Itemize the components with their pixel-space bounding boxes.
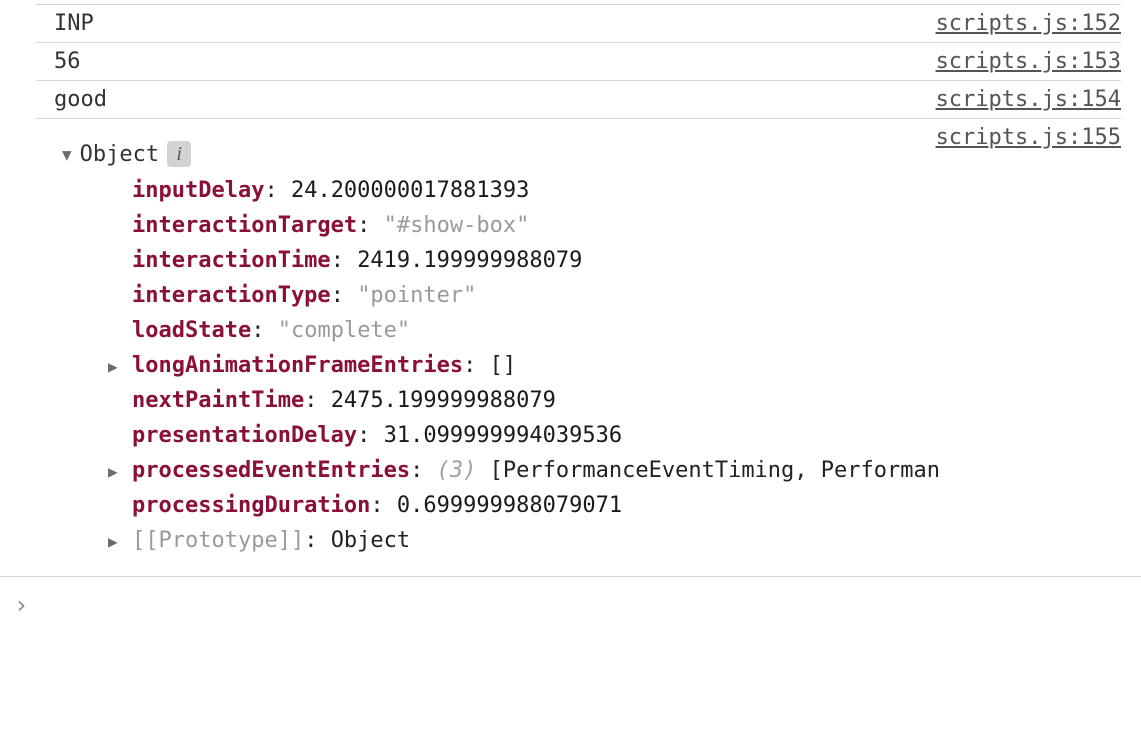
source-link[interactable]: scripts.js:154 <box>936 87 1121 112</box>
prop-value: 24.200000017881393 <box>291 178 529 203</box>
prop-key: inputDelay <box>132 178 264 203</box>
object-property[interactable]: nextPaintTime: 2475.199999988079 <box>108 383 1121 418</box>
prop-value: 2475.199999988079 <box>331 388 556 413</box>
disclosure-triangle-down-icon: ▼ <box>62 145 72 164</box>
object-property[interactable]: ▶ longAnimationFrameEntries: [] <box>108 348 1121 383</box>
prop-value: [PerformanceEventTiming, Performan <box>490 458 940 483</box>
prop-value: Object <box>331 528 410 553</box>
disclosure-triangle-right-icon: ▶ <box>108 532 118 551</box>
object-label: Object <box>80 142 159 167</box>
object-property[interactable]: inputDelay: 24.200000017881393 <box>108 173 1121 208</box>
prop-key: processingDuration <box>132 493 370 518</box>
prop-value: "#show-box" <box>384 213 530 238</box>
prop-key: longAnimationFrameEntries <box>132 353 463 378</box>
object-property[interactable]: interactionTime: 2419.199999988079 <box>108 243 1121 278</box>
prop-value: "complete" <box>278 318 410 343</box>
log-message: INP <box>54 11 94 36</box>
object-property[interactable]: interactionTarget: "#show-box" <box>108 208 1121 243</box>
prop-value: [] <box>490 353 517 378</box>
prop-value: "pointer" <box>357 283 476 308</box>
source-link[interactable]: scripts.js:153 <box>936 49 1121 74</box>
prop-key: nextPaintTime <box>132 388 304 413</box>
prop-key: processedEventEntries <box>132 458 410 483</box>
object-property[interactable]: ▶ [[Prototype]]: Object <box>108 523 1121 558</box>
disclosure-triangle-right-icon: ▶ <box>108 357 118 376</box>
object-property-list: inputDelay: 24.200000017881393 interacti… <box>36 167 1121 558</box>
prompt-caret-icon: › <box>14 591 28 619</box>
object-property[interactable]: loadState: "complete" <box>108 313 1121 348</box>
object-property[interactable]: presentationDelay: 31.099999994039536 <box>108 418 1121 453</box>
prop-key: interactionType <box>132 283 331 308</box>
object-property[interactable]: processingDuration: 0.699999988079071 <box>108 488 1121 523</box>
console-object-entry: scripts.js:155 ▼ Object i inputDelay: 24… <box>36 119 1121 558</box>
prop-value: 31.099999994039536 <box>384 423 622 448</box>
source-link[interactable]: scripts.js:155 <box>936 125 1121 150</box>
prop-key: [[Prototype]] <box>132 528 304 553</box>
prop-value: 0.699999988079071 <box>397 493 622 518</box>
object-property[interactable]: ▶ processedEventEntries: (3) [Performanc… <box>108 453 1121 488</box>
console-input-prompt[interactable]: › <box>0 576 1141 633</box>
info-icon[interactable]: i <box>167 141 191 167</box>
object-property[interactable]: interactionType: "pointer" <box>108 278 1121 313</box>
prop-key: loadState <box>132 318 251 343</box>
prop-key: interactionTime <box>132 248 331 273</box>
console-log-row: 56 scripts.js:153 <box>36 43 1121 81</box>
prop-key: presentationDelay <box>132 423 357 448</box>
console-log-row: INP scripts.js:152 <box>36 4 1121 43</box>
disclosure-triangle-right-icon: ▶ <box>108 462 118 481</box>
log-message: good <box>54 87 107 112</box>
array-count: (3) <box>437 458 477 483</box>
prop-value: 2419.199999988079 <box>357 248 582 273</box>
console-log-row: good scripts.js:154 <box>36 81 1121 119</box>
source-link[interactable]: scripts.js:152 <box>936 11 1121 36</box>
log-message: 56 <box>54 49 81 74</box>
prop-key: interactionTarget <box>132 213 357 238</box>
